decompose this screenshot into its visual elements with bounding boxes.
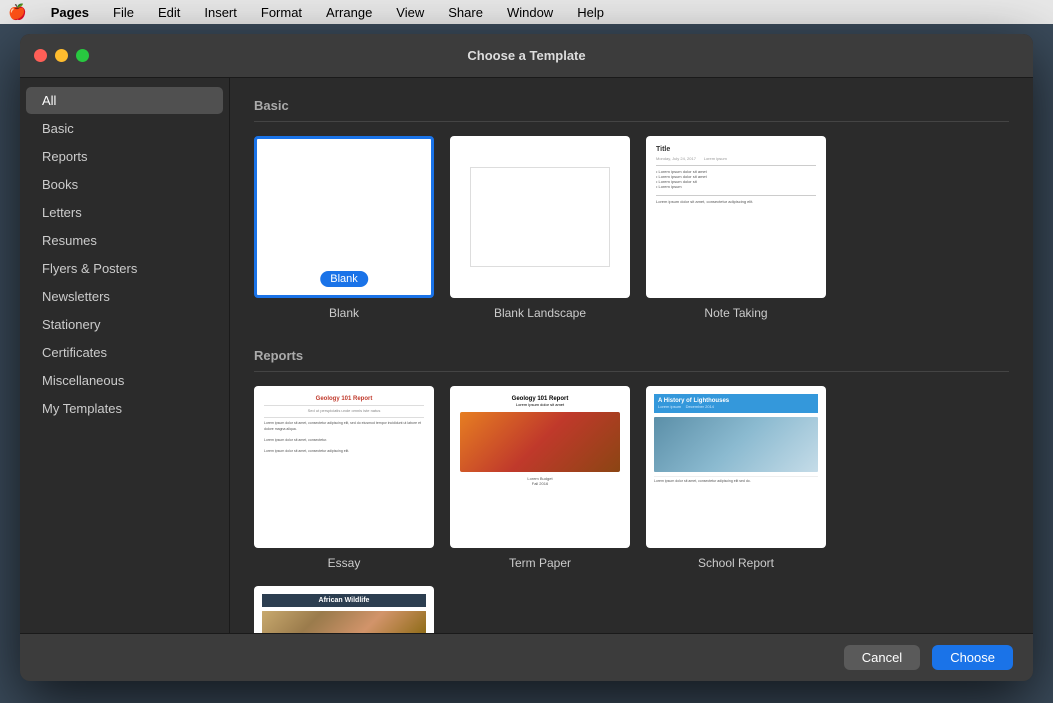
titlebar: Choose a Template [20, 34, 1033, 78]
menu-window[interactable]: Window [503, 5, 557, 20]
sidebar-item-resumes[interactable]: Resumes [26, 227, 223, 254]
school-report-content: A History of Lighthouses Lorem ipsum Dec… [648, 388, 824, 490]
note-taking-content: Title Monday, July 24, 2017 Lorem ipsum … [648, 138, 824, 212]
sidebar-item-stationery[interactable]: Stationery [26, 311, 223, 338]
sidebar: All Basic Reports Books Letters Resumes … [20, 78, 230, 633]
template-essay[interactable]: Geology 101 Report Sed ut perspiciatis u… [254, 386, 434, 570]
menu-edit[interactable]: Edit [154, 5, 184, 20]
template-note-taking-label: Note Taking [704, 306, 767, 320]
section-reports: Reports [254, 348, 1009, 372]
bottom-bar: Cancel Choose [20, 633, 1033, 681]
sidebar-item-all[interactable]: All [26, 87, 223, 114]
template-blank-thumb: Blank [254, 136, 434, 298]
window-controls [34, 49, 89, 62]
template-note-taking-thumb: Title Monday, July 24, 2017 Lorem ipsum … [646, 136, 826, 298]
main-layout: All Basic Reports Books Letters Resumes … [20, 78, 1033, 633]
template-school-report-label: School Report [698, 556, 774, 570]
sidebar-item-letters[interactable]: Letters [26, 199, 223, 226]
template-term-paper[interactable]: Geology 101 ReportLorem ipsum dolor sit … [450, 386, 630, 570]
close-button[interactable] [34, 49, 47, 62]
menu-help[interactable]: Help [573, 5, 608, 20]
menu-format[interactable]: Format [257, 5, 306, 20]
choose-button[interactable]: Choose [932, 645, 1013, 670]
sidebar-item-miscellaneous[interactable]: Miscellaneous [26, 367, 223, 394]
sidebar-item-newsletters[interactable]: Newsletters [26, 283, 223, 310]
sidebar-item-books[interactable]: Books [26, 171, 223, 198]
sidebar-item-certificates[interactable]: Certificates [26, 339, 223, 366]
choose-template-window: Choose a Template All Basic Reports Book… [20, 34, 1033, 681]
template-blank-landscape[interactable]: Blank Landscape [450, 136, 630, 320]
minimize-button[interactable] [55, 49, 68, 62]
template-visual-report[interactable]: African Wildlife Visual Report [254, 586, 434, 633]
template-blank-landscape-thumb [450, 136, 630, 298]
menu-insert[interactable]: Insert [200, 5, 241, 20]
apple-icon[interactable]: 🍎 [8, 3, 27, 21]
menubar: 🍎 Pages File Edit Insert Format Arrange … [0, 0, 1053, 24]
template-term-paper-label: Term Paper [509, 556, 571, 570]
template-blank-label: Blank [329, 306, 359, 320]
term-paper-content: Geology 101 ReportLorem ipsum dolor sit … [452, 388, 628, 494]
template-blank[interactable]: Blank Blank [254, 136, 434, 320]
template-essay-label: Essay [328, 556, 361, 570]
sidebar-item-basic[interactable]: Basic [26, 115, 223, 142]
menu-share[interactable]: Share [444, 5, 487, 20]
template-note-taking[interactable]: Title Monday, July 24, 2017 Lorem ipsum … [646, 136, 826, 320]
maximize-button[interactable] [76, 49, 89, 62]
template-essay-thumb: Geology 101 Report Sed ut perspiciatis u… [254, 386, 434, 548]
landscape-inner [470, 167, 610, 267]
cancel-button[interactable]: Cancel [844, 645, 920, 670]
visual-report-image [262, 611, 426, 633]
menu-file[interactable]: File [109, 5, 138, 20]
blank-badge: Blank [320, 271, 368, 287]
template-visual-report-thumb: African Wildlife [254, 586, 434, 633]
menu-arrange[interactable]: Arrange [322, 5, 376, 20]
term-paper-image [460, 412, 620, 472]
template-blank-landscape-label: Blank Landscape [494, 306, 586, 320]
basic-template-grid: Blank Blank Blank Landscape Title [254, 136, 1009, 320]
essay-content: Geology 101 Report Sed ut perspiciatis u… [256, 388, 432, 463]
template-term-paper-thumb: Geology 101 ReportLorem ipsum dolor sit … [450, 386, 630, 548]
template-school-report[interactable]: A History of Lighthouses Lorem ipsum Dec… [646, 386, 826, 570]
sidebar-item-reports[interactable]: Reports [26, 143, 223, 170]
visual-report-content: African Wildlife [256, 588, 432, 633]
sidebar-item-flyers-posters[interactable]: Flyers & Posters [26, 255, 223, 282]
window-title: Choose a Template [467, 48, 585, 63]
template-school-report-thumb: A History of Lighthouses Lorem ipsum Dec… [646, 386, 826, 548]
menu-view[interactable]: View [392, 5, 428, 20]
menu-pages[interactable]: Pages [47, 5, 93, 20]
template-content: Basic Blank Blank Blank Landscape [230, 78, 1033, 633]
section-basic: Basic [254, 98, 1009, 122]
sidebar-item-my-templates[interactable]: My Templates [26, 395, 223, 422]
reports-template-grid: Geology 101 Report Sed ut perspiciatis u… [254, 386, 1009, 633]
school-report-image [654, 417, 818, 472]
